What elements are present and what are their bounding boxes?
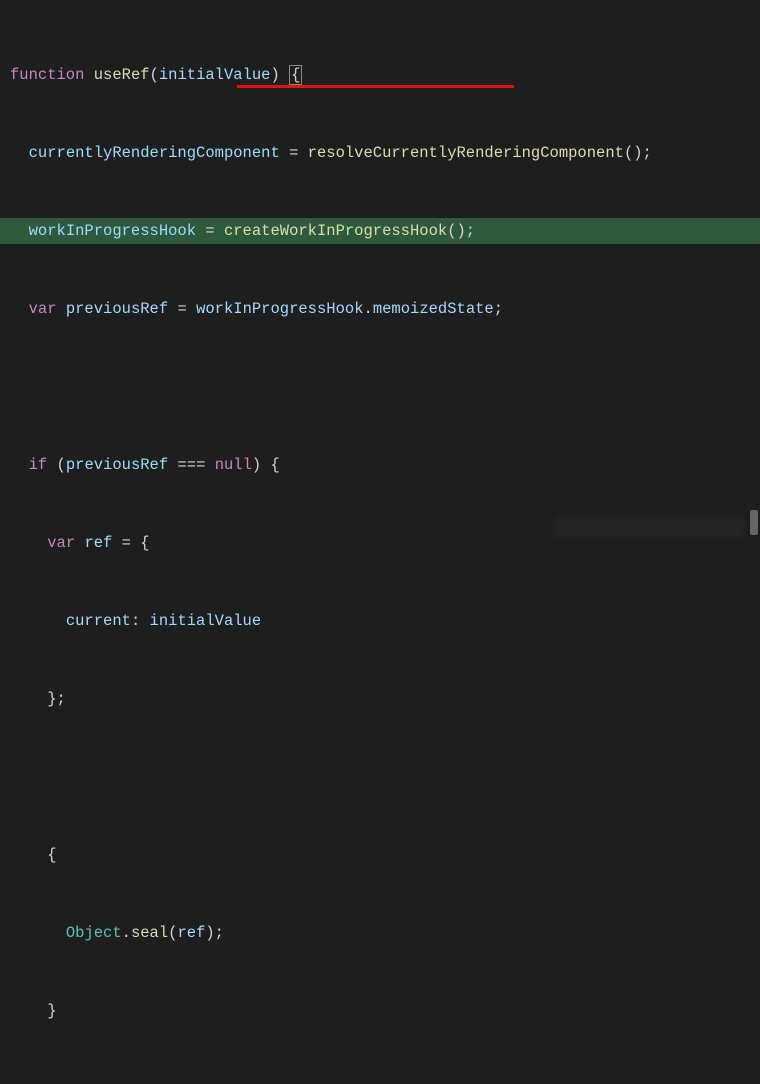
- variable: previousRef: [66, 456, 168, 474]
- code-line: current: initialValue: [0, 608, 760, 634]
- keyword-var: var: [29, 300, 57, 318]
- property-value: initialValue: [150, 612, 262, 630]
- property: memoizedState: [373, 300, 494, 318]
- keyword-function: function: [10, 66, 84, 84]
- parameter: initialValue: [159, 66, 271, 84]
- code-line-highlighted: workInProgressHook = createWorkInProgres…: [0, 218, 760, 244]
- code-line: var previousRef = workInProgressHook.mem…: [0, 296, 760, 322]
- code-line: Object.seal(ref);: [0, 920, 760, 946]
- blurred-region: [555, 517, 745, 537]
- class-object: Object: [66, 924, 122, 942]
- keyword-null: null: [215, 456, 252, 474]
- vertical-scrollbar[interactable]: [750, 510, 758, 535]
- code-line: if (previousRef === null) {: [0, 452, 760, 478]
- code-line: currentlyRenderingComponent = resolveCur…: [0, 140, 760, 166]
- property-key: current: [66, 612, 131, 630]
- variable: workInProgressHook: [29, 222, 196, 240]
- variable: previousRef: [66, 300, 168, 318]
- code-line: };: [0, 686, 760, 712]
- function-name: useRef: [94, 66, 150, 84]
- variable: ref: [84, 534, 112, 552]
- code-line-empty: [0, 764, 760, 790]
- red-underline-annotation: [237, 85, 514, 88]
- object-ref: workInProgressHook: [196, 300, 363, 318]
- function-call: createWorkInProgressHook: [224, 222, 447, 240]
- code-line-empty: [0, 1076, 760, 1084]
- keyword-if: if: [29, 456, 48, 474]
- code-line: }: [0, 998, 760, 1024]
- variable: currentlyRenderingComponent: [29, 144, 280, 162]
- code-line-empty: [0, 374, 760, 400]
- brace-open-highlighted: {: [289, 65, 302, 85]
- argument: ref: [177, 924, 205, 942]
- keyword-var: var: [47, 534, 75, 552]
- function-call: resolveCurrentlyRenderingComponent: [308, 144, 624, 162]
- code-line: {: [0, 842, 760, 868]
- code-editor[interactable]: function useRef(initialValue) { currentl…: [0, 0, 760, 1084]
- method-call: seal: [131, 924, 168, 942]
